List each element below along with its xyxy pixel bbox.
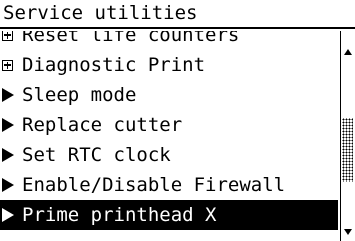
menu-item-label: Diagnostic Print [22,54,206,76]
scrollbar-thumb[interactable] [342,118,353,182]
plus-box-icon [2,50,21,80]
menu-item-label: Sleep mode [22,84,137,106]
service-utilities-screen: Service utilities Reset life counters Dia… [0,0,355,241]
menu-item-label: Enable/Disable Firewall [22,174,286,196]
menu-item[interactable]: Prime printhead X [0,200,338,230]
menu-item-label: Prime printhead X [22,204,217,226]
triangle-right-icon [2,110,21,140]
menu-item[interactable]: Diagnostic Print [0,50,338,80]
triangle-right-icon [2,140,21,170]
scroll-down-arrow-icon[interactable] [341,223,354,241]
scroll-up-arrow-icon[interactable] [341,43,354,61]
plus-box-icon [2,31,21,50]
menu-item[interactable]: Enable/Disable Firewall [0,170,338,200]
menu-item[interactable]: Replace cutter [0,110,338,140]
menu-item[interactable]: Set RTC clock [0,140,338,170]
triangle-right-icon [2,80,21,110]
triangle-right-icon [2,200,21,230]
triangle-right-icon [2,170,21,200]
menu-item[interactable]: Reset life counters [0,31,338,50]
menu-item-label: Reset life counters [22,31,240,46]
menu-item-label: Replace cutter [22,114,183,136]
scrollbar-track[interactable] [342,63,353,205]
screen-title: Service utilities [0,0,355,29]
menu-list: Reset life counters Diagnostic Print Sleep… [0,31,338,241]
scrollbar[interactable] [340,31,355,241]
menu-item-label: Set RTC clock [22,144,171,166]
menu-item[interactable]: Sleep mode [0,80,338,110]
